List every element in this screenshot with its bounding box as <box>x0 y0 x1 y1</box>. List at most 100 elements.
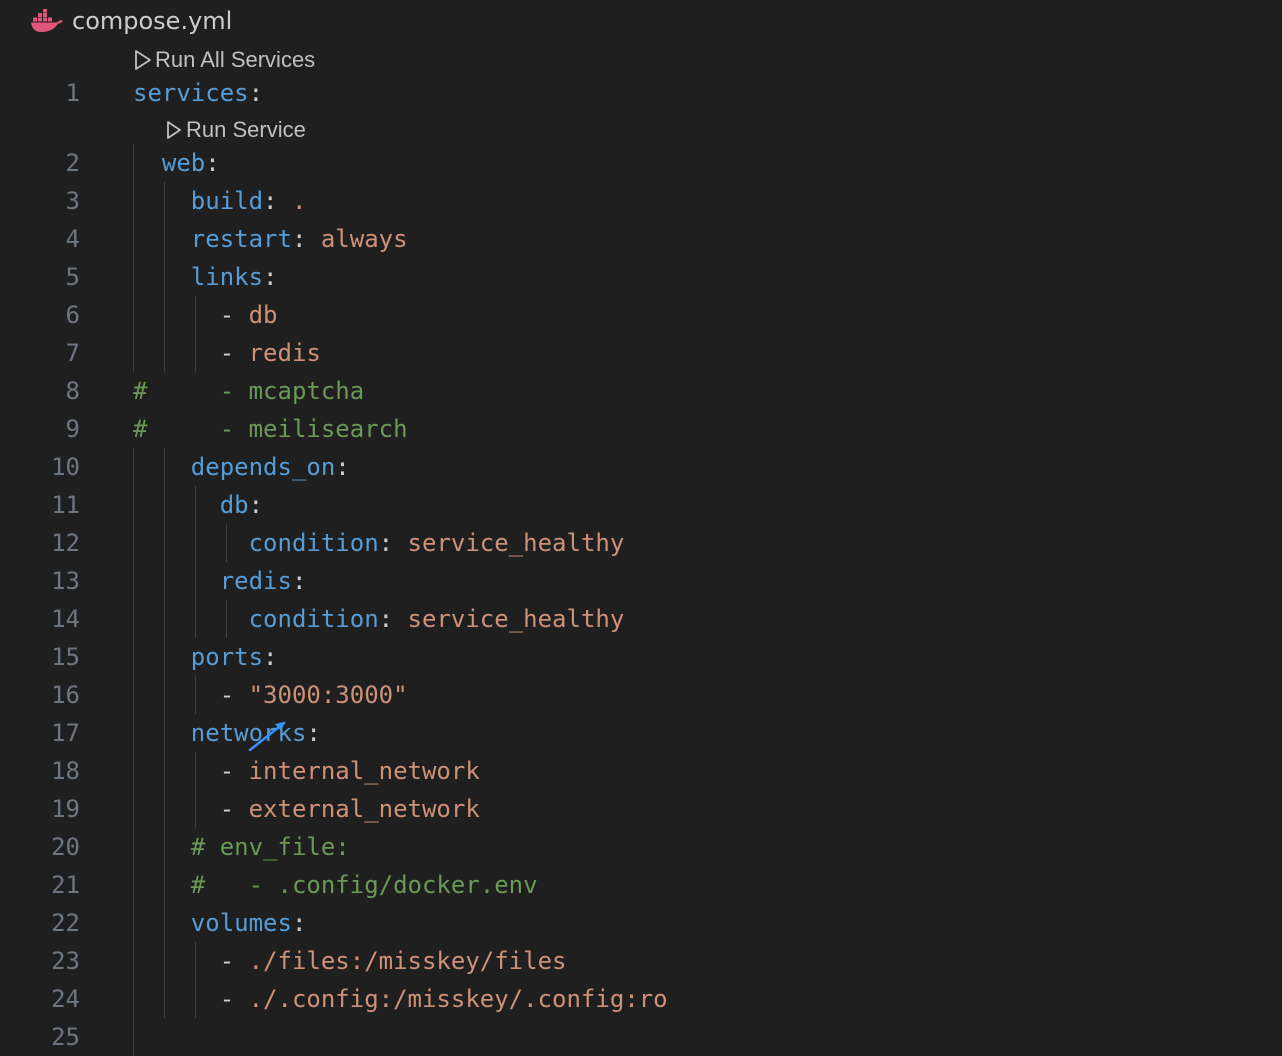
code-line[interactable]: 17 networks: <box>0 714 1282 752</box>
code-line[interactable]: 8 # - mcaptcha <box>0 372 1282 410</box>
mouse-cursor-icon <box>248 721 286 752</box>
line-number: 6 <box>65 301 80 329</box>
code-line[interactable]: 20 # env_file: <box>0 828 1282 866</box>
code-text[interactable]: redis: <box>133 562 307 600</box>
yaml-punctuation: : <box>205 149 220 177</box>
yaml-punctuation: - <box>133 681 249 709</box>
line-number: 7 <box>65 339 80 367</box>
code-line[interactable]: 21 # - .config/docker.env <box>0 866 1282 904</box>
code-line[interactable]: 22 volumes: <box>0 904 1282 942</box>
code-text[interactable]: - ./files:/misskey/files <box>133 942 567 980</box>
yaml-key: build <box>190 187 264 215</box>
code-text[interactable]: - internal_network <box>133 752 480 790</box>
run-service-codelens[interactable]: Run Service <box>164 113 306 147</box>
line-number: 12 <box>51 529 80 557</box>
code-text[interactable]: networks: <box>133 714 321 752</box>
code-text[interactable]: # - meilisearch <box>133 410 408 448</box>
yaml-key: services <box>133 79 249 107</box>
code-line[interactable]: 7 - redis <box>0 334 1282 372</box>
line-number: 13 <box>51 567 80 595</box>
yaml-punctuation: : <box>378 605 408 633</box>
yaml-comment: # env_file: <box>190 833 350 861</box>
code-text[interactable]: condition: service_healthy <box>133 600 625 638</box>
line-number: 8 <box>65 377 80 405</box>
code-line[interactable]: 6 - db <box>0 296 1282 334</box>
yaml-punctuation <box>133 529 249 557</box>
code-text[interactable]: # - .config/docker.env <box>133 866 538 904</box>
play-icon <box>135 50 151 70</box>
line-number: 25 <box>51 1023 80 1051</box>
code-text[interactable]: - external_network <box>133 790 480 828</box>
line-number: 9 <box>65 415 80 443</box>
code-text[interactable]: - "3000:3000" <box>133 676 408 714</box>
line-number: 16 <box>51 681 80 709</box>
code-editor[interactable]: compose.yml Run All Services Run Service… <box>0 0 1282 1056</box>
yaml-value: db <box>248 301 278 329</box>
code-line[interactable]: 16 - "3000:3000" <box>0 676 1282 714</box>
code-line[interactable]: 10 depends_on: <box>0 448 1282 486</box>
yaml-key: db <box>219 491 249 519</box>
yaml-key: condition <box>248 529 379 557</box>
code-text[interactable]: # env_file: <box>133 828 350 866</box>
yaml-punctuation: : <box>263 643 278 671</box>
code-text[interactable]: db: <box>133 486 263 524</box>
code-line[interactable]: 12 condition: service_healthy <box>0 524 1282 562</box>
line-number: 20 <box>51 833 80 861</box>
run-all-services-codelens[interactable]: Run All Services <box>133 43 315 77</box>
yaml-comment: # - meilisearch <box>133 415 408 443</box>
code-text[interactable]: volumes: <box>133 904 307 942</box>
code-text[interactable]: links: <box>133 258 278 296</box>
code-line[interactable]: 5 links: <box>0 258 1282 296</box>
code-text[interactable]: condition: service_healthy <box>133 524 625 562</box>
yaml-value: ./.config:/misskey/.config:ro <box>248 985 668 1013</box>
yaml-key: web <box>161 149 206 177</box>
code-line[interactable]: 11 db: <box>0 486 1282 524</box>
code-text[interactable]: - db <box>133 296 278 334</box>
yaml-punctuation: : <box>263 187 292 215</box>
docker-whale-icon <box>31 9 63 32</box>
code-line[interactable]: 24 - ./.config:/misskey/.config:ro <box>0 980 1282 1018</box>
code-text[interactable]: build: . <box>133 182 307 220</box>
yaml-punctuation <box>133 263 191 291</box>
yaml-punctuation: : <box>248 79 264 107</box>
line-number: 17 <box>51 719 80 747</box>
code-line[interactable]: 13 redis: <box>0 562 1282 600</box>
code-line[interactable]: 14 condition: service_healthy <box>0 600 1282 638</box>
breadcrumb[interactable]: compose.yml <box>30 4 232 38</box>
yaml-punctuation: - <box>133 947 249 975</box>
yaml-value: ./files:/misskey/files <box>248 947 567 975</box>
yaml-punctuation <box>133 567 220 595</box>
yaml-comment: # - mcaptcha <box>133 377 365 405</box>
code-text[interactable]: - redis <box>133 334 321 372</box>
code-line[interactable]: 19 - external_network <box>0 790 1282 828</box>
yaml-key: depends_on <box>190 453 336 481</box>
code-text[interactable]: depends_on: <box>133 448 350 486</box>
code-text[interactable]: # - mcaptcha <box>133 372 364 410</box>
code-line[interactable]: 18 - internal_network <box>0 752 1282 790</box>
code-line[interactable]: 25 <box>0 1018 1282 1056</box>
code-text[interactable]: services: <box>133 74 263 112</box>
code-text[interactable]: ports: <box>133 638 278 676</box>
yaml-punctuation <box>133 643 191 671</box>
yaml-punctuation: : <box>291 225 321 253</box>
yaml-value: redis <box>248 339 321 367</box>
yaml-value: "3000:3000" <box>248 681 408 709</box>
yaml-value: internal_network <box>248 757 480 785</box>
yaml-punctuation <box>133 187 191 215</box>
code-text[interactable]: web: <box>133 144 220 182</box>
breadcrumb-filename[interactable]: compose.yml <box>72 7 232 35</box>
code-line[interactable]: 1 services: <box>0 74 1282 112</box>
yaml-punctuation: - <box>133 301 249 329</box>
code-line[interactable]: 15 ports: <box>0 638 1282 676</box>
yaml-value: . <box>291 187 307 215</box>
code-line[interactable]: 4 restart: always <box>0 220 1282 258</box>
code-line[interactable]: 9 # - meilisearch <box>0 410 1282 448</box>
code-text[interactable]: - ./.config:/misskey/.config:ro <box>133 980 668 1018</box>
yaml-punctuation: : <box>335 453 350 481</box>
line-number: 11 <box>51 491 80 519</box>
code-line[interactable]: 2 web: <box>0 144 1282 182</box>
code-line[interactable]: 3 build: . <box>0 182 1282 220</box>
code-line[interactable]: 23 - ./files:/misskey/files <box>0 942 1282 980</box>
yaml-key: ports <box>190 643 264 671</box>
code-text[interactable]: restart: always <box>133 220 408 258</box>
